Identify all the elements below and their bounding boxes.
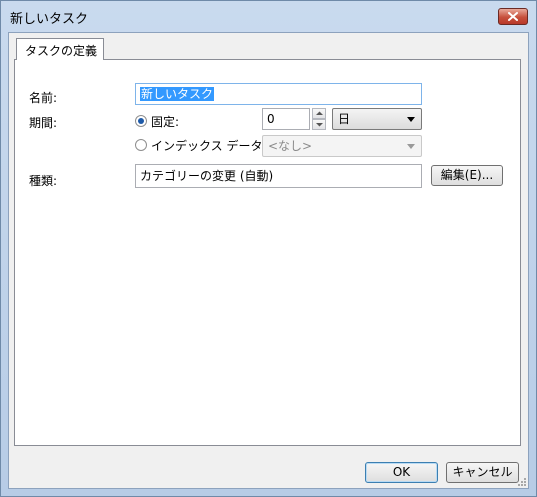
- spin-down-button[interactable]: [312, 119, 326, 130]
- dialog-client: タスクの定義 名前: 新しいタスク 期間: 固定: 0 日 インデックス データ…: [8, 32, 529, 489]
- spin-up-button[interactable]: [312, 108, 326, 119]
- fixed-radio[interactable]: [135, 115, 147, 127]
- tab-label: タスクの定義: [25, 44, 98, 58]
- unit-select[interactable]: 日: [332, 108, 422, 130]
- type-label: 種類:: [29, 174, 58, 188]
- tab-task-definition[interactable]: タスクの定義: [16, 38, 104, 60]
- window-title: 新しいタスク: [10, 12, 89, 27]
- ok-button[interactable]: OK: [365, 462, 438, 483]
- resize-grip-icon[interactable]: [516, 476, 526, 486]
- edit-button[interactable]: 編集(E)...: [431, 165, 503, 186]
- name-input[interactable]: 新しいタスク: [135, 83, 422, 105]
- index-value: <なし>: [268, 139, 313, 153]
- dropdown-arrow-icon: [407, 117, 415, 122]
- close-button[interactable]: [498, 8, 528, 25]
- spin-up-icon: [316, 111, 323, 115]
- name-value: 新しいタスク: [140, 87, 215, 101]
- index-select[interactable]: <なし>: [262, 135, 422, 157]
- tab-panel: 名前: 新しいタスク 期間: 固定: 0 日 インデックス データ: <なし> …: [14, 59, 521, 446]
- unit-value: 日: [338, 112, 351, 126]
- cancel-button[interactable]: キャンセル: [446, 462, 519, 483]
- dialog-window: 新しいタスク タスクの定義 名前: 新しいタスク 期間: 固定: 0 日 インデ…: [0, 0, 537, 497]
- dropdown-arrow-icon: [407, 144, 415, 149]
- fixed-label: 固定:: [151, 115, 180, 129]
- fixed-value: 0: [267, 112, 275, 126]
- fixed-value-input[interactable]: 0: [262, 108, 310, 130]
- name-label: 名前:: [29, 91, 58, 105]
- title-bar[interactable]: 新しいタスク: [1, 1, 536, 31]
- type-value: カテゴリーの変更 (自動): [140, 169, 274, 183]
- close-icon: [508, 12, 518, 21]
- type-field[interactable]: カテゴリーの変更 (自動): [135, 164, 422, 188]
- index-label: インデックス データ:: [151, 139, 267, 153]
- spin-down-icon: [316, 123, 323, 127]
- period-label: 期間:: [29, 116, 58, 130]
- index-radio[interactable]: [135, 139, 147, 151]
